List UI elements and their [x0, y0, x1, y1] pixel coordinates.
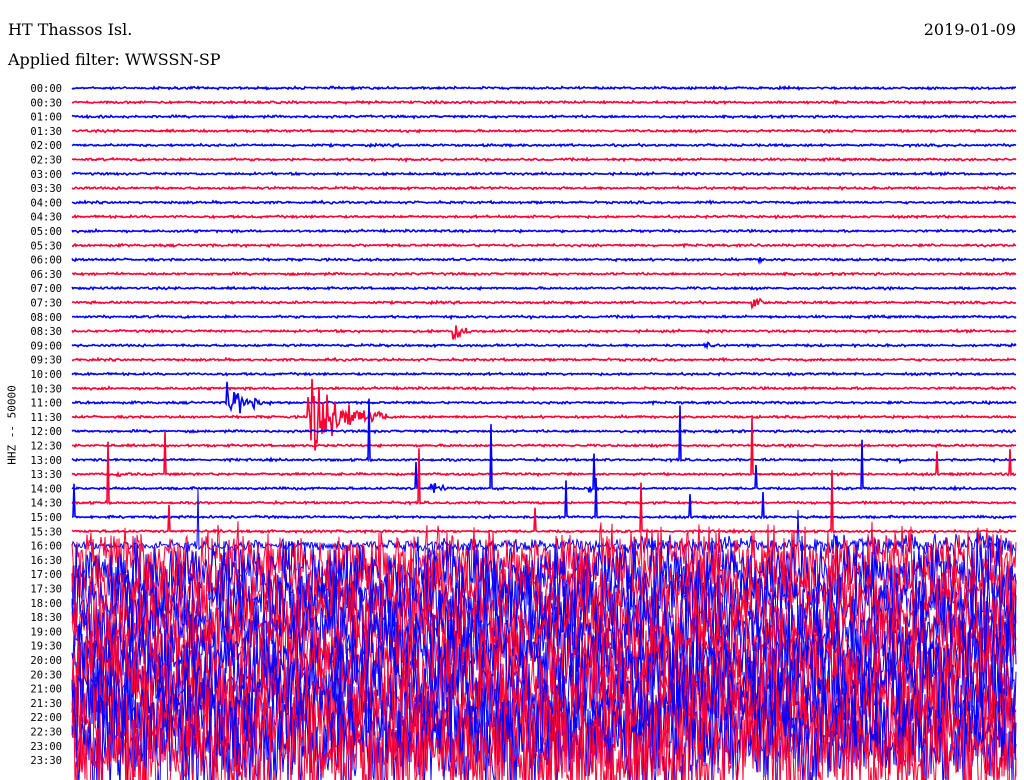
row-time-label: 09:00 [30, 340, 62, 352]
row-time-label: 01:00 [30, 112, 62, 124]
row-time-label: 07:30 [30, 298, 62, 310]
row-time-label: 12:00 [30, 426, 62, 438]
row-time-label: 05:30 [30, 240, 62, 252]
row-time-label: 23:30 [30, 755, 62, 767]
trace-line [72, 271, 1017, 278]
helicorder-plot: 00:00 00:30 01:00 01:30 02:00 02:30 03:00 03:30… [30, 83, 1017, 780]
trace-line [71, 113, 1017, 120]
row-time-label: 01:30 [30, 126, 62, 138]
row-time-label: 03:30 [30, 183, 62, 195]
trace-line [71, 213, 1017, 220]
trace-line [71, 84, 1017, 92]
row-time-label: 15:00 [30, 512, 62, 524]
row-time-label: 12:30 [30, 441, 62, 453]
row-time-label: 08:30 [30, 326, 62, 338]
row-time-label: 11:00 [30, 398, 62, 410]
row-time-label: 14:00 [30, 483, 62, 495]
trace-line [71, 424, 1017, 494]
row-time-label: 18:30 [30, 612, 62, 624]
row-time-label: 06:00 [30, 255, 62, 267]
row-time-label: 05:00 [30, 226, 62, 238]
row-time-label: 13:00 [30, 455, 62, 467]
trace-line [71, 170, 1016, 177]
row-time-label: 20:30 [30, 669, 62, 681]
row-time-label: 19:30 [30, 641, 62, 653]
trace-line [71, 199, 1016, 206]
row-time-label: 22:30 [30, 727, 62, 739]
row-time-label: 21:30 [30, 698, 62, 710]
row-time-label: 02:00 [30, 140, 62, 152]
row-time-label: 04:30 [30, 212, 62, 224]
row-time-label: 23:00 [30, 741, 62, 753]
row-time-label: 19:00 [30, 626, 62, 638]
trace-line [71, 128, 1017, 134]
trace-line [71, 385, 1017, 392]
row-time-label: 04:00 [30, 197, 62, 209]
row-time-label: 16:30 [30, 555, 62, 567]
trace-line [71, 256, 1017, 265]
trace-line [71, 442, 1017, 449]
trace-line [71, 378, 1017, 451]
trace-line [71, 477, 1017, 520]
row-time-label: 03:00 [30, 169, 62, 181]
row-time-label: 06:30 [30, 269, 62, 281]
trace-line [71, 341, 1017, 351]
row-time-label: 02:30 [30, 155, 62, 167]
row-time-label: 13:30 [30, 469, 62, 481]
row-time-label: 00:30 [30, 97, 62, 109]
trace-line [71, 185, 1017, 192]
trace-line [71, 99, 1017, 106]
trace-line [72, 156, 1017, 164]
row-time-label: 18:00 [30, 598, 62, 610]
row-time-label: 08:00 [30, 312, 62, 324]
trace-line [71, 142, 1017, 149]
row-time-label: 10:30 [30, 383, 62, 395]
row-time-label: 21:00 [30, 684, 62, 696]
trace-line [71, 381, 1017, 414]
trace-line [71, 285, 1017, 292]
row-time-label: 22:00 [30, 712, 62, 724]
row-time-label: 11:30 [30, 412, 62, 424]
row-time-label: 07:00 [30, 283, 62, 295]
trace-line [71, 242, 1017, 249]
trace-line [71, 356, 1017, 363]
row-time-label: 17:30 [30, 584, 62, 596]
trace-line [71, 428, 1017, 435]
row-time-label: 14:30 [30, 498, 62, 510]
row-time-label: 16:00 [30, 541, 62, 553]
trace-line [71, 441, 1017, 506]
row-time-label: 10:00 [30, 369, 62, 381]
trace-line [72, 313, 1017, 321]
trace-line [71, 325, 1017, 341]
row-time-label: 20:00 [30, 655, 62, 667]
row-time-label: 00:00 [30, 83, 62, 95]
row-time-label: 09:30 [30, 355, 62, 367]
row-time-label: 17:00 [30, 569, 62, 581]
trace-line [71, 297, 1017, 310]
row-time-label: 15:30 [30, 526, 62, 538]
trace-line [71, 227, 1017, 234]
trace-line [71, 371, 1016, 378]
